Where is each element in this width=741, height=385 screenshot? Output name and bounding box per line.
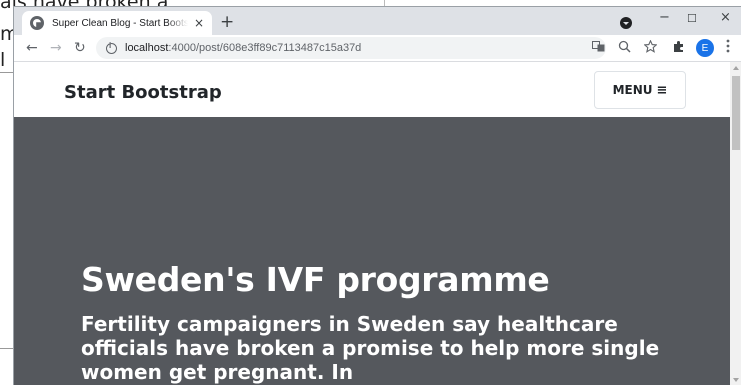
post-masthead: Sweden's IVF programme Fertility campaig…: [14, 117, 730, 385]
background-divider: [0, 348, 13, 349]
post-subtitle: Fertility campaigners in Sweden say heal…: [81, 312, 660, 384]
browser-titlebar: Super Clean Blog - Start Bootstrap × + −…: [14, 7, 741, 35]
reload-button[interactable]: ↻: [74, 39, 86, 57]
globe-icon: [30, 16, 44, 30]
menu-label: MENU: [612, 83, 653, 97]
browser-window: Super Clean Blog - Start Bootstrap × + −…: [13, 6, 741, 385]
background-divider: [0, 72, 13, 73]
page-scrollbar[interactable]: [730, 62, 741, 385]
browser-toolbar: ← → ↻ localhost:4000/post/608e3ff89c7113…: [14, 35, 741, 62]
menu-toggle-button[interactable]: MENU ≡: [594, 71, 686, 109]
hamburger-icon: ≡: [656, 82, 668, 98]
url-host: localhost: [125, 42, 169, 54]
site-brand-link[interactable]: Start Bootstrap: [64, 82, 222, 103]
scroll-down-arrow-icon[interactable]: [733, 378, 739, 382]
browser-tab[interactable]: Super Clean Blog - Start Bootstrap ×: [22, 11, 212, 35]
forward-button[interactable]: →: [50, 39, 62, 57]
browser-menu-icon[interactable]: [726, 39, 730, 57]
extensions-puzzle-icon[interactable]: [672, 40, 685, 57]
site-navbar: Start Bootstrap MENU ≡: [14, 62, 730, 117]
new-tab-button[interactable]: +: [220, 13, 234, 31]
page-viewport: Start Bootstrap MENU ≡ Sweden's IVF prog…: [14, 62, 730, 385]
browser-menu-indicator-icon[interactable]: [620, 17, 632, 29]
tab-close-button[interactable]: ×: [194, 16, 204, 30]
url-path: :4000/post/608e3ff89c7113487c15a37d: [168, 42, 362, 54]
tab-title: Super Clean Blog - Start Bootstrap: [52, 17, 188, 29]
post-title: Sweden's IVF programme: [81, 260, 550, 299]
background-text-line: l: [0, 49, 6, 71]
scroll-up-arrow-icon[interactable]: [733, 66, 739, 70]
close-window-button[interactable]: ×: [720, 11, 731, 25]
profile-avatar[interactable]: E: [696, 39, 714, 57]
maximize-button[interactable]: ☐: [687, 12, 697, 26]
url-text[interactable]: localhost:4000/post/608e3ff89c7113487c15…: [125, 42, 361, 54]
address-bar[interactable]: localhost:4000/post/608e3ff89c7113487c15…: [96, 37, 606, 59]
back-button[interactable]: ←: [26, 39, 38, 57]
scrollbar-thumb[interactable]: [732, 76, 740, 150]
minimize-button[interactable]: −: [659, 11, 670, 25]
site-info-icon[interactable]: [106, 41, 117, 54]
translate-icon[interactable]: [592, 40, 605, 57]
zoom-icon[interactable]: [618, 40, 631, 57]
bookmark-star-icon[interactable]: [643, 39, 658, 57]
